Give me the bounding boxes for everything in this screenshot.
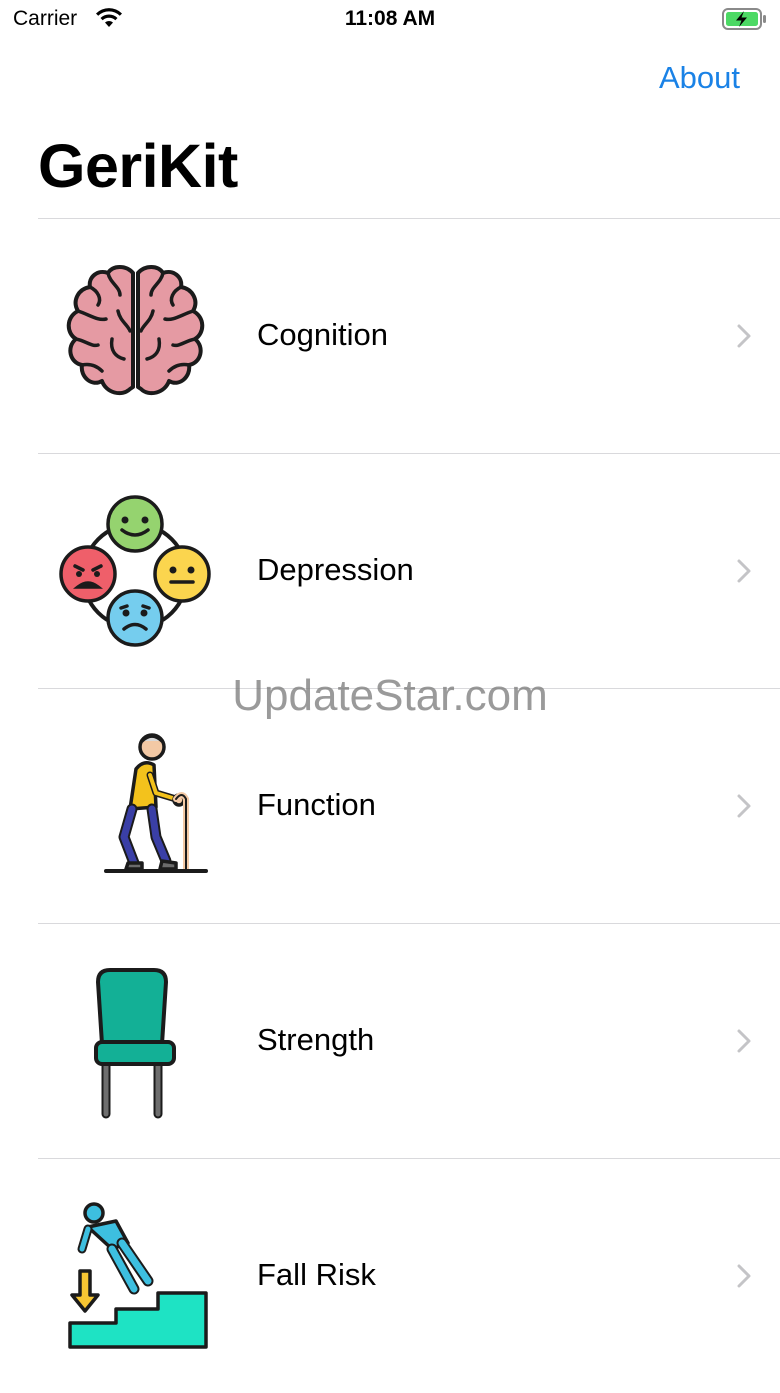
brain-icon <box>66 265 205 396</box>
clock: 11:08 AM <box>344 7 436 30</box>
list-item-label: Depression <box>257 552 414 587</box>
list-item-depression[interactable]: Depression <box>38 453 780 688</box>
list-item-strength[interactable]: Strength <box>38 923 780 1158</box>
page-title: GeriKit <box>38 132 238 200</box>
status-bar: Carrier 11:08 AM <box>0 0 780 40</box>
list-item-cognition[interactable]: Cognition <box>38 218 780 453</box>
chair-icon <box>94 968 176 1119</box>
battery-charging-icon <box>722 8 766 30</box>
chevron-right-icon <box>737 1264 751 1288</box>
mood-faces-icon <box>59 495 211 647</box>
list-item-fall-risk[interactable]: Fall Risk <box>38 1158 780 1393</box>
chevron-right-icon <box>737 324 751 348</box>
chevron-right-icon <box>737 559 751 583</box>
assessment-list: Cognition Depression Function Strength F… <box>0 218 780 1393</box>
fall-stairs-icon <box>68 1202 208 1349</box>
list-item-label: Strength <box>257 1022 375 1057</box>
chevron-right-icon <box>737 1029 751 1053</box>
list-item-label: Fall Risk <box>257 1257 376 1292</box>
list-item-function[interactable]: Function <box>38 688 780 923</box>
list-item-label: Cognition <box>257 317 388 352</box>
about-button[interactable]: About <box>659 60 740 96</box>
chevron-right-icon <box>737 794 751 818</box>
list-item-label: Function <box>257 787 376 822</box>
elderly-walking-icon <box>104 733 208 873</box>
